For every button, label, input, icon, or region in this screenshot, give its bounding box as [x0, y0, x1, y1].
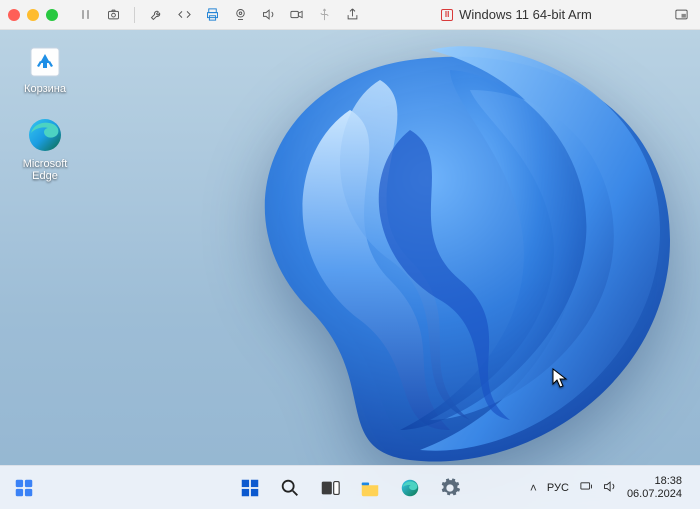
- widgets-button[interactable]: [6, 470, 42, 506]
- snapshot-icon[interactable]: [102, 4, 124, 26]
- host-toolbar: II Windows 11 64-bit Arm: [0, 0, 700, 30]
- recycle-bin-icon[interactable]: Корзина: [10, 40, 80, 95]
- picture-in-picture-icon[interactable]: [670, 4, 692, 26]
- fullscreen-window-button[interactable]: [46, 9, 58, 21]
- vm-title-text: Windows 11 64-bit Arm: [459, 7, 592, 22]
- task-view-button[interactable]: [312, 470, 348, 506]
- taskbar: ˄ РУС 18:38 06.07.2024: [0, 465, 700, 509]
- clock-time: 18:38: [654, 475, 682, 487]
- vm-screen: Корзина Microsoft Edge: [0, 30, 700, 509]
- system-tray: ˄ РУС 18:38 06.07.2024: [530, 475, 692, 499]
- network-icon[interactable]: [579, 479, 594, 497]
- usb-icon[interactable]: [313, 4, 335, 26]
- recycle-bin-glyph-icon: [25, 40, 65, 80]
- code-icon[interactable]: [173, 4, 195, 26]
- video-icon[interactable]: [285, 4, 307, 26]
- file-explorer-button[interactable]: [352, 470, 388, 506]
- edge-desktop-icon[interactable]: Microsoft Edge: [10, 115, 80, 182]
- mouse-cursor-icon: [552, 368, 568, 393]
- minimize-window-button[interactable]: [27, 9, 39, 21]
- recycle-bin-label: Корзина: [24, 83, 66, 95]
- pause-vm-icon[interactable]: [74, 4, 96, 26]
- clock[interactable]: 18:38 06.07.2024: [627, 475, 682, 499]
- tools-icon[interactable]: [145, 4, 167, 26]
- language-indicator[interactable]: РУС: [547, 482, 569, 494]
- volume-icon[interactable]: [602, 479, 617, 497]
- share-icon[interactable]: [341, 4, 363, 26]
- webcam-icon[interactable]: [229, 4, 251, 26]
- tray-overflow-button[interactable]: ˄: [530, 481, 537, 495]
- print-icon[interactable]: [201, 4, 223, 26]
- start-button[interactable]: [232, 470, 268, 506]
- taskbar-center: [232, 470, 468, 506]
- settings-button[interactable]: [432, 470, 468, 506]
- window-traffic-lights: [8, 9, 58, 21]
- edge-glyph-icon: [25, 115, 65, 155]
- close-window-button[interactable]: [8, 9, 20, 21]
- toolbar-separator: [134, 7, 135, 23]
- edge-label: Microsoft Edge: [10, 158, 80, 182]
- vm-title: II Windows 11 64-bit Arm: [369, 7, 664, 22]
- parallels-badge-icon: II: [441, 9, 453, 21]
- desktop-wallpaper: [150, 30, 690, 490]
- sound-icon[interactable]: [257, 4, 279, 26]
- desktop-icons: Корзина Microsoft Edge: [10, 40, 80, 182]
- search-button[interactable]: [272, 470, 308, 506]
- clock-date: 06.07.2024: [627, 488, 682, 500]
- edge-taskbar-button[interactable]: [392, 470, 428, 506]
